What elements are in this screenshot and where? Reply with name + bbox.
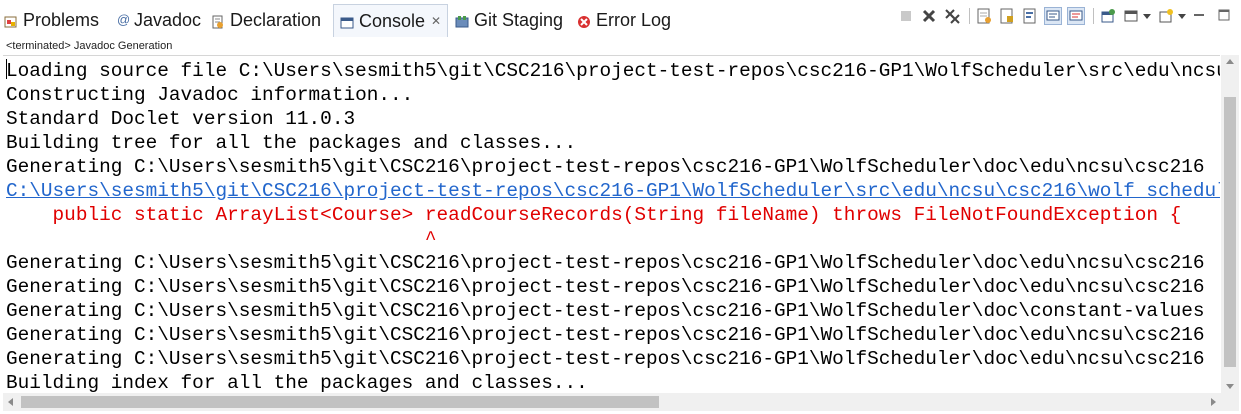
console-line: Standard Doclet version 11.0.3 bbox=[6, 108, 356, 130]
toolbar-separator bbox=[1093, 8, 1094, 24]
clear-console-icon[interactable] bbox=[975, 7, 993, 25]
maximize-icon[interactable] bbox=[1218, 8, 1230, 21]
horizontal-scrollbar[interactable] bbox=[3, 393, 1221, 411]
tab-label: Git Staging bbox=[474, 9, 564, 30]
console-icon bbox=[340, 14, 354, 29]
scroll-lock-icon[interactable] bbox=[998, 7, 1016, 25]
close-icon[interactable]: ✕ bbox=[431, 14, 441, 28]
tab-label: Problems bbox=[23, 9, 100, 30]
view-tab-bar: Problems @ Javadoc Declaration Console ✕… bbox=[0, 0, 1241, 40]
show-on-stderr-icon[interactable] bbox=[1067, 7, 1085, 25]
word-wrap-icon[interactable] bbox=[1021, 7, 1039, 25]
console-error-line: public static ArrayList<Course> readCour… bbox=[6, 204, 1182, 226]
error-log-icon bbox=[577, 13, 591, 28]
tab-label: Declaration bbox=[230, 9, 322, 30]
console-line: Generating C:\Users\sesmith5\git\CSC216\… bbox=[6, 252, 1205, 274]
tab-error-log[interactable]: Error Log bbox=[577, 7, 671, 33]
tab-console[interactable]: Console ✕ bbox=[333, 4, 449, 37]
tab-declaration[interactable]: Declaration bbox=[211, 7, 321, 33]
console-output[interactable]: Loading source file C:\Users\sesmith5\gi… bbox=[3, 55, 1220, 394]
chevron-down-icon[interactable] bbox=[1178, 13, 1186, 19]
toolbar-separator bbox=[969, 8, 970, 24]
console-line: Generating C:\Users\sesmith5\git\CSC216\… bbox=[6, 300, 1205, 322]
tab-git-staging[interactable]: Git Staging bbox=[455, 7, 563, 33]
declaration-icon bbox=[211, 13, 225, 29]
scroll-up-icon[interactable] bbox=[1226, 59, 1234, 64]
display-selected-console-icon[interactable] bbox=[1122, 7, 1140, 25]
open-console-icon[interactable] bbox=[1157, 7, 1175, 25]
horizontal-scroll-thumb[interactable] bbox=[21, 396, 659, 408]
console-line: Generating C:\Users\sesmith5\git\CSC216\… bbox=[6, 348, 1205, 370]
tab-javadoc[interactable]: @ Javadoc bbox=[117, 7, 201, 33]
javadoc-icon: @ bbox=[117, 12, 131, 27]
chevron-down-icon[interactable] bbox=[1143, 13, 1151, 19]
remove-all-terminated-icon[interactable] bbox=[943, 7, 961, 25]
console-toolbar bbox=[897, 7, 1192, 25]
console-line: Loading source file C:\Users\sesmith5\gi… bbox=[6, 60, 1220, 82]
console-file-link[interactable]: C:\Users\sesmith5\git\CSC216\project-tes… bbox=[6, 179, 1220, 203]
scroll-down-icon[interactable] bbox=[1226, 384, 1234, 389]
console-line: Constructing Javadoc information... bbox=[6, 84, 414, 106]
console-line: Generating C:\Users\sesmith5\git\CSC216\… bbox=[6, 324, 1205, 346]
show-on-stdout-icon[interactable] bbox=[1044, 7, 1062, 25]
tab-label: Javadoc bbox=[134, 9, 202, 30]
scroll-left-icon[interactable] bbox=[8, 398, 13, 406]
problems-icon bbox=[4, 13, 18, 28]
console-line: Building tree for all the packages and c… bbox=[6, 132, 577, 154]
console-error-caret: ^ bbox=[6, 228, 437, 250]
console-description: <terminated> Javadoc Generation bbox=[6, 40, 173, 52]
vertical-scroll-thumb[interactable] bbox=[1224, 97, 1236, 367]
console-line: Generating C:\Users\sesmith5\git\CSC216\… bbox=[6, 276, 1205, 298]
tab-problems[interactable]: Problems bbox=[4, 7, 99, 33]
scroll-right-icon[interactable] bbox=[1211, 398, 1216, 406]
tab-label: Console bbox=[359, 10, 426, 31]
pin-console-icon[interactable] bbox=[1099, 7, 1117, 25]
remove-launch-icon[interactable] bbox=[920, 7, 938, 25]
console-line: Building index for all the packages and … bbox=[6, 372, 588, 394]
terminate-icon[interactable] bbox=[897, 7, 915, 25]
minimize-icon[interactable] bbox=[1193, 8, 1205, 20]
scrollbar-corner bbox=[1221, 393, 1239, 411]
vertical-scrollbar[interactable] bbox=[1221, 55, 1239, 393]
git-staging-icon bbox=[455, 13, 469, 28]
tab-label: Error Log bbox=[596, 9, 672, 30]
console-line: Generating C:\Users\sesmith5\git\CSC216\… bbox=[6, 156, 1205, 178]
